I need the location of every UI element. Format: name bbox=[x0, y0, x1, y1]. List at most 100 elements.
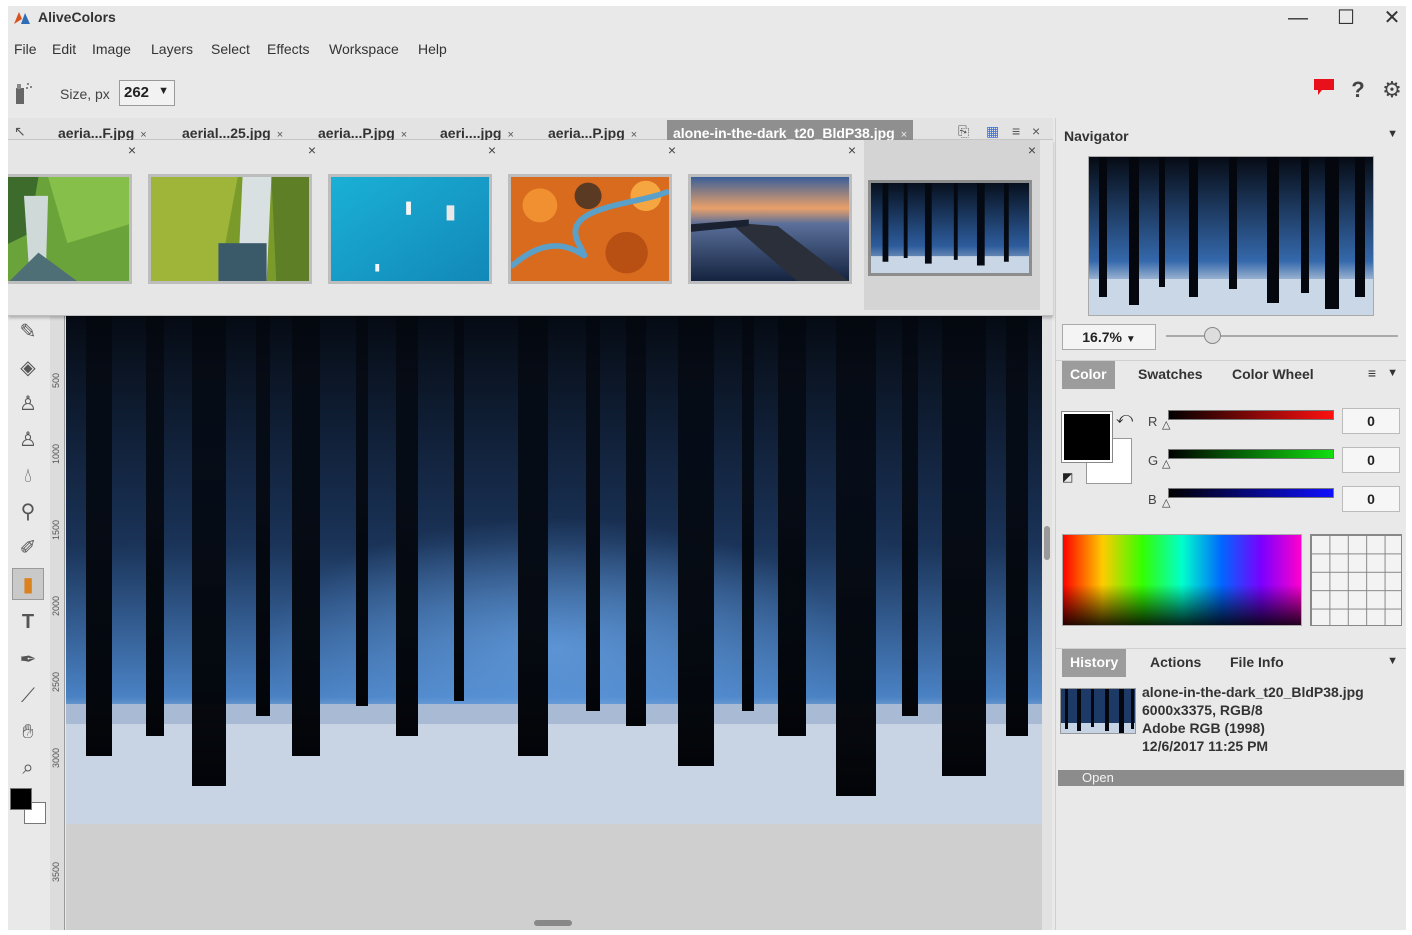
panel-menu-icon[interactable]: ≡ bbox=[1368, 365, 1376, 381]
text-tool-icon[interactable]: T bbox=[12, 606, 44, 638]
close-icon[interactable]: × bbox=[507, 129, 513, 140]
close-icon[interactable]: × bbox=[277, 129, 283, 140]
minimize-button[interactable]: — bbox=[1278, 6, 1318, 32]
healing-stamp-tool-icon[interactable]: ♙ bbox=[12, 424, 44, 456]
channel-slider-b[interactable] bbox=[1168, 488, 1334, 498]
size-dropdown[interactable]: 262 ▼ bbox=[119, 80, 175, 106]
hand-tool-icon[interactable]: ✋︎ bbox=[12, 716, 44, 748]
tab-color[interactable]: Color bbox=[1062, 361, 1115, 389]
thumbnail-waterfall-aerial[interactable]: × bbox=[144, 140, 320, 310]
effect-brush-tool-icon[interactable]: ✐ bbox=[12, 532, 44, 564]
slider-triangle-icon[interactable]: △ bbox=[1162, 457, 1170, 470]
close-icon[interactable]: × bbox=[140, 129, 146, 140]
thumbnails-grid-icon[interactable]: ▦ bbox=[986, 123, 999, 140]
menu-help[interactable]: Help bbox=[418, 41, 447, 57]
horizontal-scrollbar-thumb[interactable] bbox=[534, 920, 572, 926]
thumbnail-dark-forest[interactable]: × bbox=[864, 140, 1040, 310]
canvas-area[interactable] bbox=[66, 316, 1042, 930]
panel-menu-chevron-icon[interactable]: ▼ bbox=[1387, 655, 1398, 667]
menu-image[interactable]: Image bbox=[92, 41, 131, 57]
thumbnail-bridge-sunset[interactable]: × bbox=[684, 140, 860, 310]
close-icon[interactable]: × bbox=[668, 142, 676, 158]
channel-slider-g[interactable] bbox=[1168, 449, 1334, 459]
foreground-color-swatch[interactable] bbox=[10, 788, 32, 810]
tab-menu-icon[interactable]: ≡ bbox=[1012, 123, 1020, 139]
smudge-tool-icon[interactable]: ⚲ bbox=[12, 496, 44, 528]
recent-colors-grid[interactable] bbox=[1310, 534, 1402, 626]
menu-workspace[interactable]: Workspace bbox=[329, 41, 399, 57]
channel-value-b[interactable]: 0 bbox=[1342, 486, 1400, 512]
spray-tool-icon[interactable]: ▮ bbox=[12, 568, 44, 600]
feedback-flag-icon[interactable] bbox=[1310, 76, 1338, 104]
panel-menu-chevron-icon[interactable]: ▼ bbox=[1387, 367, 1398, 379]
tab-swatches[interactable]: Swatches bbox=[1130, 361, 1211, 389]
channel-value-g[interactable]: 0 bbox=[1342, 447, 1400, 473]
slider-triangle-icon[interactable]: △ bbox=[1162, 418, 1170, 431]
thumbnail-image bbox=[688, 174, 852, 284]
zoom-tool-icon[interactable]: ⌕ bbox=[12, 752, 44, 784]
tab-document-4[interactable]: aeri....jpg × bbox=[440, 125, 514, 140]
eraser-tool-icon[interactable]: ✎ bbox=[12, 316, 44, 348]
new-document-icon[interactable]: ⎘ bbox=[958, 123, 969, 140]
tab-history[interactable]: History bbox=[1062, 649, 1127, 677]
menu-effects[interactable]: Effects bbox=[267, 41, 310, 57]
thumbnail-autumn-road[interactable]: × bbox=[504, 140, 680, 310]
channel-value-r[interactable]: 0 bbox=[1342, 408, 1400, 434]
tab-scroll-left-icon[interactable]: ↖ bbox=[14, 123, 26, 140]
tab-document-3[interactable]: aeria...P.jpg × bbox=[318, 125, 407, 140]
maximize-button[interactable]: ☐ bbox=[1326, 6, 1366, 32]
tab-label: aeria...F.jpg bbox=[58, 125, 135, 140]
vertical-scrollbar[interactable] bbox=[1042, 316, 1052, 930]
close-icon[interactable]: × bbox=[1028, 142, 1036, 158]
tab-document-5[interactable]: aeria...P.jpg × bbox=[548, 125, 637, 140]
help-icon[interactable]: ? bbox=[1344, 76, 1372, 104]
history-date: 12/6/2017 11:25 PM bbox=[1142, 738, 1269, 754]
vertical-scrollbar-thumb[interactable] bbox=[1044, 526, 1050, 560]
blur-tool-icon[interactable]: 💧︎ bbox=[12, 460, 44, 492]
history-entry-open[interactable]: Open bbox=[1058, 770, 1404, 786]
navigator-preview[interactable] bbox=[1088, 156, 1374, 316]
menu-edit[interactable]: Edit bbox=[52, 41, 76, 57]
tab-color-wheel[interactable]: Color Wheel bbox=[1224, 361, 1322, 389]
close-button[interactable]: ✕ bbox=[1372, 6, 1406, 32]
zoom-slider-track[interactable] bbox=[1166, 335, 1398, 337]
tab-document-2[interactable]: aerial...25.jpg × bbox=[182, 125, 283, 140]
tab-actions[interactable]: Actions bbox=[1142, 649, 1209, 677]
color-spectrum-picker[interactable] bbox=[1062, 534, 1302, 626]
ruler-label: 1500 bbox=[51, 519, 61, 540]
close-icon[interactable]: × bbox=[128, 142, 136, 158]
reset-colors-icon[interactable]: ◩ bbox=[1062, 470, 1073, 484]
tab-file-info[interactable]: File Info bbox=[1222, 649, 1292, 677]
stamp-tool-icon[interactable]: ♙ bbox=[12, 388, 44, 420]
eyedropper-tool-icon[interactable]: ⟋ bbox=[12, 680, 44, 712]
swap-colors-icon[interactable]: ⤺ bbox=[1116, 410, 1133, 428]
history-dimensions: 6000x3375, RGB/8 bbox=[1142, 702, 1263, 718]
menu-file[interactable]: File bbox=[14, 41, 37, 57]
fill-bucket-tool-icon[interactable]: ◈ bbox=[12, 352, 44, 384]
zoom-dropdown[interactable]: 16.7% ▼ bbox=[1062, 324, 1156, 350]
document-image[interactable] bbox=[66, 316, 1042, 824]
tab-document-active[interactable]: alone-in-the-dark_t20_BldP38.jpg × bbox=[667, 120, 914, 140]
zoom-slider-handle[interactable] bbox=[1204, 327, 1221, 344]
close-icon[interactable]: × bbox=[848, 142, 856, 158]
close-icon[interactable]: × bbox=[401, 129, 407, 140]
foreground-color-box[interactable] bbox=[1061, 411, 1113, 463]
thumbnail-waterfall-valley[interactable]: × bbox=[8, 140, 140, 310]
settings-gear-icon[interactable]: ⚙ bbox=[1378, 76, 1406, 104]
slider-triangle-icon[interactable]: △ bbox=[1162, 496, 1170, 509]
menu-layers[interactable]: Layers bbox=[151, 41, 193, 57]
channel-slider-r[interactable] bbox=[1168, 410, 1334, 420]
close-icon[interactable]: × bbox=[901, 129, 907, 140]
close-icon[interactable]: × bbox=[308, 142, 316, 158]
chevron-down-icon: ▼ bbox=[158, 85, 169, 97]
pen-tool-icon[interactable]: ✒ bbox=[12, 644, 44, 676]
close-icon[interactable]: × bbox=[488, 142, 496, 158]
thumbnail-turquoise-sea-boats[interactable]: × bbox=[324, 140, 500, 310]
panel-menu-chevron-icon[interactable]: ▼ bbox=[1387, 128, 1398, 140]
close-icon[interactable]: × bbox=[631, 129, 637, 140]
tab-document-1[interactable]: aeria...F.jpg × bbox=[58, 125, 147, 140]
close-icon[interactable]: × bbox=[1032, 123, 1040, 139]
thumbnail-image bbox=[8, 174, 132, 284]
tools-panel: ✎ ◈ ♙ ♙ 💧︎ ⚲ ✐ ▮ T ✒ ⟋ ✋︎ ⌕ bbox=[8, 316, 50, 930]
menu-select[interactable]: Select bbox=[211, 41, 250, 57]
